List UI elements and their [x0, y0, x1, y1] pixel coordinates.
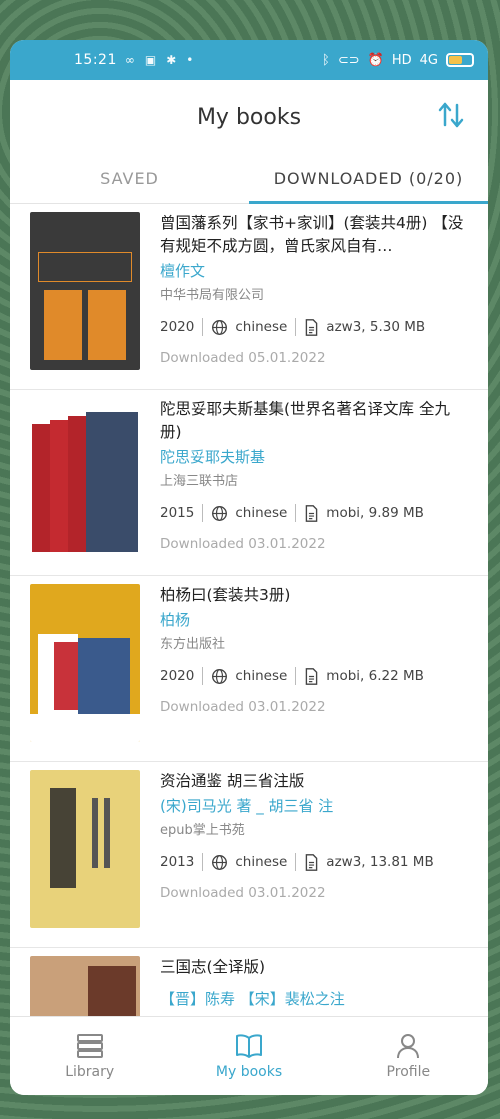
nav-profile-label: Profile [386, 1064, 431, 1080]
book-item[interactable]: 资治通鉴 胡三省注版 (宋)司马光 著 _ 胡三省 注 epub掌上书苑 201… [10, 762, 488, 948]
book-language: chinese [235, 854, 288, 870]
book-title: 曾国藩系列【家书+家训】(套装共4册) 【没有规矩不成方圆，曾氏家风自有… [160, 214, 464, 255]
status-bar: 15:21 ∞ ▣ ✱ • ᛒ ⊂⊃ ⏰ HD 4G [10, 40, 488, 80]
book-publisher: 上海三联书店 [160, 474, 239, 489]
nav-library[interactable]: Library [10, 1017, 169, 1095]
nav-library-label: Library [65, 1064, 115, 1080]
tab-bar: SAVED DOWNLOADED (0/20) [10, 154, 488, 204]
book-downloaded-date: Downloaded 03.01.2022 [160, 536, 326, 552]
status-time: 15:21 [74, 52, 117, 68]
book-item[interactable]: 曾国藩系列【家书+家训】(套装共4册) 【没有规矩不成方圆，曾氏家风自有… 檀作… [10, 204, 488, 390]
infinity-icon: ∞ [124, 53, 135, 67]
book-author[interactable]: 【晋】陈寿 【宋】裴松之注 [160, 989, 468, 1009]
globe-icon [212, 319, 228, 335]
library-icon [76, 1034, 103, 1058]
book-list: 曾国藩系列【家书+家训】(套装共4册) 【没有规矩不成方圆，曾氏家风自有… 檀作… [10, 204, 488, 1016]
book-author[interactable]: 檀作文 [160, 261, 468, 281]
battery-icon [446, 53, 474, 67]
book-cover[interactable] [30, 584, 140, 742]
book-cover[interactable] [30, 212, 140, 370]
profile-icon [397, 1034, 420, 1059]
book-cover[interactable] [30, 398, 140, 556]
dot-icon: • [186, 53, 194, 67]
book-author[interactable]: 陀思妥耶夫斯基 [160, 447, 468, 467]
book-meta: 2020 chinese azw3, 5.30 MB [160, 317, 468, 337]
book-file: azw3, 5.30 MB [326, 319, 426, 335]
app-header: My books [10, 80, 488, 154]
tab-downloaded[interactable]: DOWNLOADED (0/20) [249, 154, 488, 203]
book-title: 柏杨曰(套装共3册) [160, 586, 291, 604]
book-cover[interactable] [30, 956, 140, 1016]
book-file: azw3, 13.81 MB [326, 854, 434, 870]
nav-my-books-label: My books [215, 1064, 283, 1080]
book-publisher: 中华书局有限公司 [160, 288, 265, 303]
globe-icon [212, 505, 228, 521]
page-title: My books [196, 104, 302, 130]
book-author[interactable]: 柏杨 [160, 610, 468, 630]
file-icon [306, 667, 318, 685]
book-language: chinese [235, 319, 288, 335]
bluetooth-icon: ᛒ [322, 52, 330, 68]
book-language: chinese [235, 505, 288, 521]
book-author[interactable]: (宋)司马光 著 _ 胡三省 注 [160, 796, 468, 816]
book-title: 三国志(全译版) [160, 958, 266, 976]
book-publisher: 东方出版社 [160, 637, 226, 652]
tab-saved[interactable]: SAVED [10, 154, 249, 203]
book-year: 2015 [160, 505, 195, 521]
book-file: mobi, 9.89 MB [326, 505, 424, 521]
book-item[interactable]: 三国志(全译版) 【晋】陈寿 【宋】裴松之注 [10, 948, 488, 1016]
nav-profile[interactable]: Profile [329, 1017, 488, 1095]
book-language: chinese [235, 668, 288, 684]
bottom-navigation: Library My books Profile [10, 1016, 488, 1095]
file-icon [306, 504, 318, 522]
book-year: 2013 [160, 854, 195, 870]
network-label: 4G [419, 52, 438, 68]
book-downloaded-date: Downloaded 05.01.2022 [160, 350, 326, 366]
globe-icon [212, 854, 228, 870]
book-downloaded-date: Downloaded 03.01.2022 [160, 699, 326, 715]
file-icon [306, 318, 318, 336]
book-title: 资治通鉴 胡三省注版 [160, 772, 305, 790]
book-downloaded-date: Downloaded 03.01.2022 [160, 885, 326, 901]
book-year: 2020 [160, 319, 195, 335]
nav-my-books[interactable]: My books [169, 1017, 328, 1095]
snowflake-icon: ✱ [166, 53, 177, 67]
toggle-icon: ⊂⊃ [337, 52, 360, 68]
book-publisher: epub掌上书苑 [160, 823, 245, 838]
book-cover[interactable] [30, 770, 140, 928]
book-file: mobi, 6.22 MB [326, 668, 424, 684]
book-meta: 2015 chinese mobi, 9.89 MB [160, 503, 468, 523]
globe-icon [212, 668, 228, 684]
app-window: 15:21 ∞ ▣ ✱ • ᛒ ⊂⊃ ⏰ HD 4G My books SAVE… [10, 40, 488, 1095]
hd-icon: HD [391, 52, 412, 68]
status-icons: ᛒ ⊂⊃ ⏰ HD 4G [322, 53, 474, 68]
book-year: 2020 [160, 668, 195, 684]
file-icon [306, 853, 318, 871]
open-book-icon [235, 1034, 262, 1058]
cast-icon: ▣ [144, 53, 157, 67]
book-item[interactable]: 柏杨曰(套装共3册) 柏杨 东方出版社 2020 chinese mobi, 6… [10, 576, 488, 762]
book-item[interactable]: 陀思妥耶夫斯基集(世界名著名译文库 全九册) 陀思妥耶夫斯基 上海三联书店 20… [10, 390, 488, 576]
book-title: 陀思妥耶夫斯基集(世界名著名译文库 全九册) [160, 400, 450, 441]
book-meta: 2020 chinese mobi, 6.22 MB [160, 666, 468, 686]
sort-icon[interactable] [436, 100, 466, 130]
book-meta: 2013 chinese azw3, 13.81 MB [160, 852, 468, 872]
alarm-icon: ⏰ [367, 52, 384, 68]
